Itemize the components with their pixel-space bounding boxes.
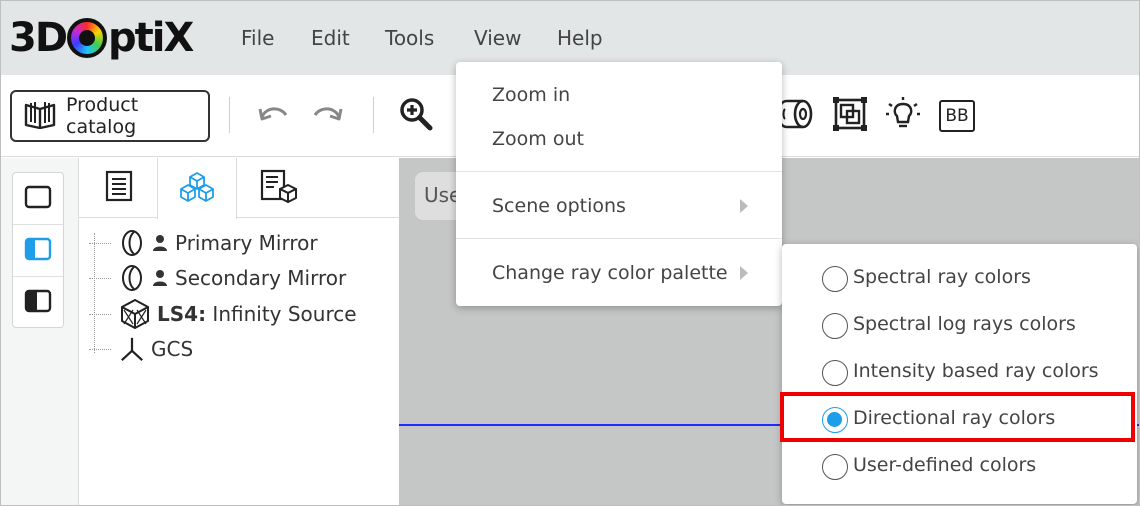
option-user-defined-colors[interactable]: User-defined colors xyxy=(782,444,1137,488)
menu-divider xyxy=(456,171,782,172)
app-window: 3D ptiX File Edit Tools View Help Produc… xyxy=(0,0,1140,506)
light-button[interactable] xyxy=(884,97,922,135)
radio-button[interactable] xyxy=(822,454,848,480)
tab-elements[interactable] xyxy=(157,158,237,219)
bulb-icon xyxy=(885,96,921,136)
menu-edit[interactable]: Edit xyxy=(311,26,350,50)
tree-item-secondary-mirror[interactable]: Secondary Mirror xyxy=(89,261,346,295)
radio-button[interactable] xyxy=(822,360,848,386)
menu-item-label: Scene options xyxy=(492,195,626,217)
radio-button[interactable] xyxy=(822,266,848,292)
menu-file[interactable]: File xyxy=(241,26,274,50)
bb-label: BB xyxy=(945,106,969,126)
toolbar-divider xyxy=(373,97,374,133)
zoom-in-icon xyxy=(399,97,433,135)
menu-view[interactable]: View xyxy=(474,26,521,50)
menu-tools[interactable]: Tools xyxy=(385,26,434,50)
layout-none-icon xyxy=(24,185,52,213)
option-label: User-defined colors xyxy=(853,454,1037,476)
view-menu-dropdown: Zoom in Zoom out Scene options Change ra… xyxy=(456,62,782,306)
menu-help[interactable]: Help xyxy=(557,26,603,50)
tree-item-label-bold: LS4: xyxy=(157,302,207,326)
option-directional-ray-colors[interactable]: Directional ray colors xyxy=(780,392,1137,442)
layout-button-group xyxy=(12,172,64,328)
option-label: Directional ray colors xyxy=(853,407,1056,429)
doc-cube-icon xyxy=(260,169,298,207)
layout-split-icon xyxy=(24,289,52,317)
tree-item-gcs[interactable]: GCS xyxy=(89,332,193,366)
toolbar-divider xyxy=(229,97,230,133)
user-icon xyxy=(151,268,169,288)
tree-connector xyxy=(89,348,111,350)
book-icon xyxy=(22,99,58,134)
undo-button[interactable] xyxy=(255,97,293,135)
roll-button[interactable] xyxy=(777,97,815,135)
tree-item-label: GCS xyxy=(151,337,194,361)
undo-icon xyxy=(258,103,290,129)
menu-divider xyxy=(456,238,782,239)
tree-connector xyxy=(89,313,111,315)
redo-icon xyxy=(311,103,343,129)
menu-item-label: Change ray color palette xyxy=(492,262,728,284)
option-intensity-based-ray-colors[interactable]: Intensity based ray colors xyxy=(782,350,1137,394)
menu-item-label: Zoom in xyxy=(492,84,571,106)
menu-item-zoom-in[interactable]: Zoom in xyxy=(456,73,782,117)
mirror-icon xyxy=(119,264,145,292)
logo-text-left: 3D xyxy=(9,15,68,61)
menu-item-label: Zoom out xyxy=(492,128,584,150)
ray-color-palette-submenu: Spectral ray colors Spectral log rays co… xyxy=(780,244,1137,504)
layout-left-panel-button[interactable] xyxy=(13,225,63,277)
product-catalog-label: Product catalog xyxy=(66,94,139,138)
radio-button[interactable] xyxy=(822,313,848,339)
list-icon xyxy=(105,170,133,206)
product-catalog-button[interactable]: Product catalog xyxy=(10,90,210,142)
mirror-icon xyxy=(119,229,145,257)
lens-icon xyxy=(67,18,108,58)
roll-icon xyxy=(777,97,815,135)
menu-item-scene-options[interactable]: Scene options xyxy=(456,184,782,228)
option-spectral-ray-colors[interactable]: Spectral ray colors xyxy=(782,256,1137,300)
cubes-icon xyxy=(179,171,215,207)
tab-list[interactable] xyxy=(79,158,159,218)
user-icon xyxy=(151,233,169,253)
option-label: Intensity based ray colors xyxy=(853,360,1099,382)
tree-connector xyxy=(89,277,111,279)
option-spectral-log-rays-colors[interactable]: Spectral log rays colors xyxy=(782,303,1137,347)
tree-item-label: Infinity Source xyxy=(206,302,357,326)
app-logo: 3D ptiX xyxy=(9,15,194,61)
source-cube-icon xyxy=(119,299,151,329)
zoom-in-button[interactable] xyxy=(397,97,435,135)
bb-icon: BB xyxy=(939,100,975,132)
option-label: Spectral log rays colors xyxy=(853,313,1076,335)
radio-button-selected[interactable] xyxy=(822,407,848,433)
tree-item-primary-mirror[interactable]: Primary Mirror xyxy=(89,226,318,260)
tab-document[interactable] xyxy=(239,158,319,218)
menu-item-zoom-out[interactable]: Zoom out xyxy=(456,117,782,161)
logo-text-right: ptiX xyxy=(108,15,194,61)
tree-connector xyxy=(89,242,111,244)
chevron-right-icon xyxy=(740,199,748,213)
tree-item-label: Primary Mirror xyxy=(175,231,318,255)
tree-item-label: Secondary Mirror xyxy=(175,266,347,290)
layout-split-button[interactable] xyxy=(13,277,63,329)
redo-button[interactable] xyxy=(308,97,346,135)
layout-none-button[interactable] xyxy=(13,173,63,225)
group-button[interactable] xyxy=(831,97,869,135)
tree-tabs xyxy=(79,158,399,219)
menu-item-change-ray-color-palette[interactable]: Change ray color palette xyxy=(456,251,782,295)
group-icon xyxy=(832,96,868,136)
layout-strip xyxy=(1,158,79,505)
layout-left-panel-icon xyxy=(24,237,52,265)
axes-icon xyxy=(119,335,145,363)
chevron-right-icon xyxy=(740,266,748,280)
scene-tree-panel: Primary Mirror Secondary Mirror LS4: Inf… xyxy=(79,158,399,505)
tree-item-infinity-source[interactable]: LS4: Infinity Source xyxy=(89,297,357,331)
option-label: Spectral ray colors xyxy=(853,266,1031,288)
bounding-box-button[interactable]: BB xyxy=(938,97,976,135)
